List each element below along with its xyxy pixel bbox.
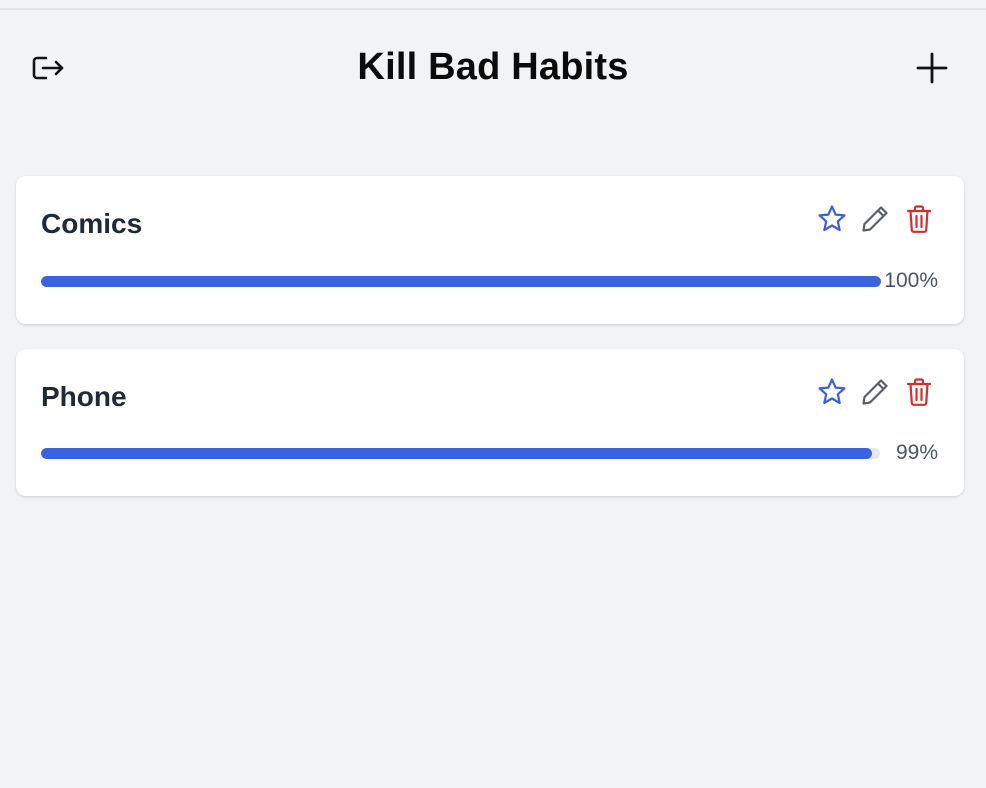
progress-percent: 99% xyxy=(895,441,938,464)
habit-name: Phone xyxy=(41,381,127,412)
header: Kill Bad Habits xyxy=(0,10,986,128)
pencil-icon xyxy=(862,379,889,405)
page-title: Kill Bad Habits xyxy=(357,46,629,88)
add-habit-button[interactable] xyxy=(910,48,954,88)
top-border xyxy=(0,0,986,10)
progress-fill xyxy=(41,276,881,287)
progress-bar xyxy=(41,448,880,459)
logout-icon xyxy=(32,56,64,80)
progress-percent: 100% xyxy=(884,269,938,292)
habit-name: Comics xyxy=(41,208,143,239)
trash-icon xyxy=(906,205,931,233)
star-icon xyxy=(818,378,846,405)
favorite-button[interactable] xyxy=(816,202,848,236)
edit-button[interactable] xyxy=(859,375,891,409)
logout-button[interactable] xyxy=(28,50,68,86)
habit-card: Phone 99% xyxy=(16,349,964,496)
progress-bar xyxy=(41,276,881,287)
delete-button[interactable] xyxy=(903,202,935,236)
habit-card: Comics 100% xyxy=(16,176,964,324)
habit-actions xyxy=(816,374,946,410)
progress-fill xyxy=(41,448,872,459)
star-icon xyxy=(818,205,846,232)
favorite-button[interactable] xyxy=(816,375,848,409)
plus-icon xyxy=(916,52,948,84)
habit-actions xyxy=(816,201,946,237)
edit-button[interactable] xyxy=(859,202,891,236)
pencil-icon xyxy=(862,206,889,232)
delete-button[interactable] xyxy=(903,375,935,409)
trash-icon xyxy=(906,378,931,406)
